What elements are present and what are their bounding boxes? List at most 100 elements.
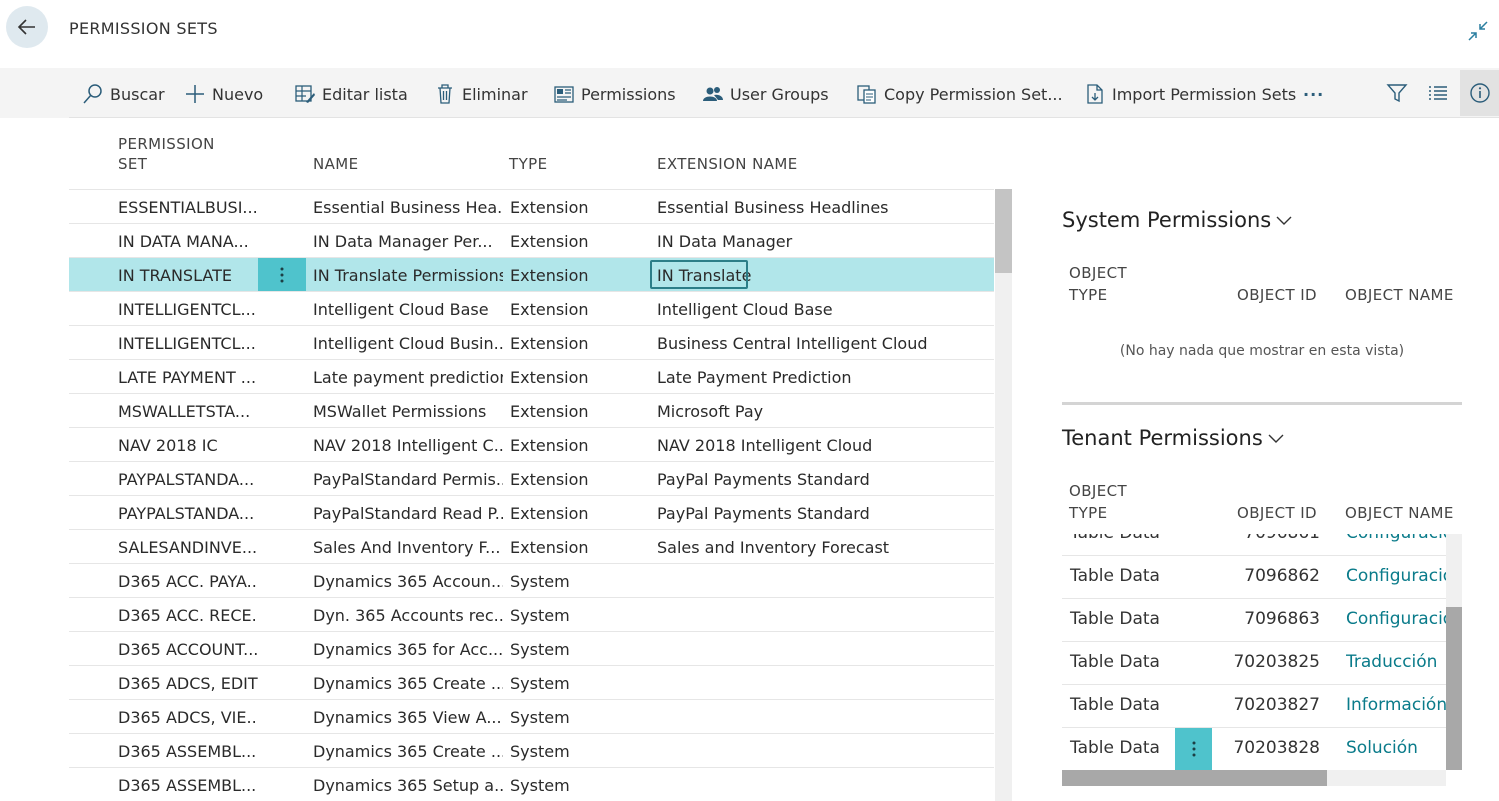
tenant-permission-row[interactable]: Table Data 70203827 Información — [1062, 684, 1446, 727]
name-cell[interactable]: Late payment prediction — [313, 368, 503, 387]
permission-set-cell[interactable]: D365 ASSEMBL... — [118, 776, 258, 795]
tenant-horizontal-scrollbar-thumb[interactable] — [1062, 770, 1327, 786]
object-name-link[interactable]: Configuració — [1346, 534, 1446, 543]
table-row[interactable]: SALESANDINVE... Sales And Inventory F... E… — [69, 529, 994, 563]
list-scrollbar[interactable] — [995, 189, 1012, 801]
name-cell[interactable]: PayPalStandard Read P... — [313, 504, 503, 523]
name-cell[interactable]: IN Data Manager Per... — [313, 232, 503, 251]
permission-set-cell[interactable]: PAYPALSTANDA... — [118, 470, 258, 489]
name-cell[interactable]: Dynamics 365 Create ... — [313, 742, 503, 761]
tenant-col-object-name[interactable]: OBJECT NAME — [1345, 502, 1454, 524]
name-cell[interactable]: Sales And Inventory F... — [313, 538, 503, 557]
delete-button[interactable]: Eliminar — [434, 82, 528, 106]
extension-name-cell[interactable]: Essential Business Headlines — [657, 198, 957, 217]
system-col-object-type[interactable]: OBJECT TYPE — [1069, 262, 1127, 306]
name-cell[interactable]: Essential Business Hea... — [313, 198, 503, 217]
more-actions-button[interactable]: ··· — [1303, 82, 1324, 106]
tenant-vertical-scrollbar-thumb[interactable] — [1446, 607, 1462, 770]
name-cell[interactable]: Intelligent Cloud Base — [313, 300, 503, 319]
permission-set-cell[interactable]: D365 ASSEMBL... — [118, 742, 258, 761]
row-actions-menu-button[interactable] — [258, 258, 306, 291]
list-scrollbar-thumb[interactable] — [995, 189, 1012, 273]
table-row[interactable]: IN TRANSLATE IN Translate Permissions Exte… — [69, 257, 994, 291]
list-view-button[interactable] — [1425, 80, 1451, 106]
table-row[interactable]: PAYPALSTANDA... PayPalStandard Permis... E… — [69, 461, 994, 495]
name-cell[interactable]: PayPalStandard Permis... — [313, 470, 503, 489]
tenant-vertical-scrollbar[interactable] — [1446, 534, 1462, 770]
extension-name-cell[interactable]: Business Central Intelligent Cloud — [657, 334, 957, 353]
table-row[interactable]: MSWALLETSTA... MSWallet Permissions Extens… — [69, 393, 994, 427]
table-row[interactable]: PAYPALSTANDA... PayPalStandard Read P... E… — [69, 495, 994, 529]
column-header-name[interactable]: NAME — [313, 154, 359, 174]
type-cell[interactable]: Extension — [510, 232, 600, 251]
permission-set-cell[interactable]: INTELLIGENTCL... — [118, 334, 258, 353]
type-cell[interactable]: System — [510, 640, 600, 659]
name-cell[interactable]: Intelligent Cloud Busin... — [313, 334, 503, 353]
tenant-horizontal-scrollbar[interactable] — [1062, 770, 1446, 786]
table-row[interactable]: D365 ACC. PAYA... Dynamics 365 Accoun... S… — [69, 563, 994, 597]
type-cell[interactable]: System — [510, 674, 600, 693]
tenant-permissions-header[interactable]: Tenant Permissions — [1062, 426, 1285, 450]
extension-name-cell[interactable]: IN Data Manager — [657, 232, 957, 251]
tenant-permission-row[interactable]: Table Data 7096861 Configuració — [1062, 534, 1446, 555]
tenant-col-object-type[interactable]: OBJECT TYPE — [1069, 480, 1127, 524]
extension-name-cell[interactable]: Late Payment Prediction — [657, 368, 957, 387]
new-button[interactable]: Nuevo — [184, 82, 263, 106]
type-cell[interactable]: Extension — [510, 504, 600, 523]
extension-name-cell[interactable]: Sales and Inventory Forecast — [657, 538, 957, 557]
extension-name-cell[interactable]: NAV 2018 Intelligent Cloud — [657, 436, 957, 455]
type-cell[interactable]: Extension — [510, 334, 600, 353]
table-row[interactable]: INTELLIGENTCL... Intelligent Cloud Busin.… — [69, 325, 994, 359]
back-button[interactable] — [6, 6, 48, 48]
name-cell[interactable]: Dynamics 365 Setup a... — [313, 776, 503, 795]
column-header-permission-set[interactable]: PERMISSION SET — [118, 134, 215, 174]
permission-set-cell[interactable]: INTELLIGENTCL... — [118, 300, 258, 319]
table-row[interactable]: D365 ASSEMBL... Dynamics 365 Setup a... Sy… — [69, 767, 994, 801]
tenant-permission-row[interactable]: Table Data 7096862 Configuració — [1062, 555, 1446, 598]
extension-name-cell[interactable]: PayPal Payments Standard — [657, 504, 957, 523]
type-cell[interactable]: Extension — [510, 538, 600, 557]
tenant-permission-row[interactable]: Table Data 7096863 Configuració — [1062, 598, 1446, 641]
copy-permission-set-button[interactable]: Copy Permission Set... — [856, 82, 1063, 106]
table-row[interactable]: LATE PAYMENT ... Late payment prediction E… — [69, 359, 994, 393]
search-button[interactable]: Buscar — [82, 82, 165, 106]
type-cell[interactable]: Extension — [510, 198, 600, 217]
factbox-toggle-button[interactable] — [1460, 70, 1499, 116]
name-cell[interactable]: Dynamics 365 View A... — [313, 708, 503, 727]
permission-set-cell[interactable]: D365 ACC. RECE... — [118, 606, 258, 625]
type-cell[interactable]: Extension — [510, 266, 600, 285]
table-row[interactable]: D365 ADCS, EDIT Dynamics 365 Create ... Sy… — [69, 665, 994, 699]
system-col-object-id[interactable]: OBJECT ID — [1237, 284, 1317, 306]
permission-set-cell[interactable]: LATE PAYMENT ... — [118, 368, 258, 387]
extension-name-cell[interactable]: PayPal Payments Standard — [657, 470, 957, 489]
type-cell[interactable]: System — [510, 708, 600, 727]
type-cell[interactable]: System — [510, 776, 600, 795]
table-row[interactable]: NAV 2018 IC NAV 2018 Intelligent C... Exte… — [69, 427, 994, 461]
type-cell[interactable]: Extension — [510, 368, 600, 387]
extension-name-cell[interactable]: Microsoft Pay — [657, 402, 957, 421]
table-row[interactable]: IN DATA MANA... IN Data Manager Per... Ext… — [69, 223, 994, 257]
import-permission-sets-button[interactable]: Import Permission Sets — [1084, 82, 1296, 106]
permission-set-cell[interactable]: SALESANDINVE... — [118, 538, 258, 557]
table-row[interactable]: D365 ASSEMBL... Dynamics 365 Create ... Sy… — [69, 733, 994, 767]
permission-set-cell[interactable]: D365 ACC. PAYA... — [118, 572, 258, 591]
type-cell[interactable]: System — [510, 742, 600, 761]
collapse-icon[interactable] — [1467, 20, 1489, 42]
type-cell[interactable]: System — [510, 572, 600, 591]
name-cell[interactable]: MSWallet Permissions — [313, 402, 503, 421]
permission-set-cell[interactable]: D365 ACCOUNT... — [118, 640, 258, 659]
permission-set-cell[interactable]: IN DATA MANA... — [118, 232, 258, 251]
type-cell[interactable]: System — [510, 606, 600, 625]
permission-set-cell[interactable]: D365 ADCS, VIE... — [118, 708, 258, 727]
name-cell[interactable]: IN Translate Permissions — [313, 266, 503, 285]
name-cell[interactable]: Dynamics 365 for Acc... — [313, 640, 503, 659]
name-cell[interactable]: Dynamics 365 Accoun... — [313, 572, 503, 591]
type-cell[interactable]: Extension — [510, 470, 600, 489]
object-name-link[interactable]: Solución — [1346, 738, 1446, 758]
table-row[interactable]: D365 ACCOUNT... Dynamics 365 for Acc... Sy… — [69, 631, 994, 665]
permission-set-cell[interactable]: NAV 2018 IC — [118, 436, 258, 455]
table-row[interactable]: D365 ADCS, VIE... Dynamics 365 View A... S… — [69, 699, 994, 733]
permissions-button[interactable]: Permissions — [553, 82, 676, 106]
user-groups-button[interactable]: User Groups — [702, 82, 829, 106]
edit-list-button[interactable]: Editar lista — [294, 82, 408, 106]
